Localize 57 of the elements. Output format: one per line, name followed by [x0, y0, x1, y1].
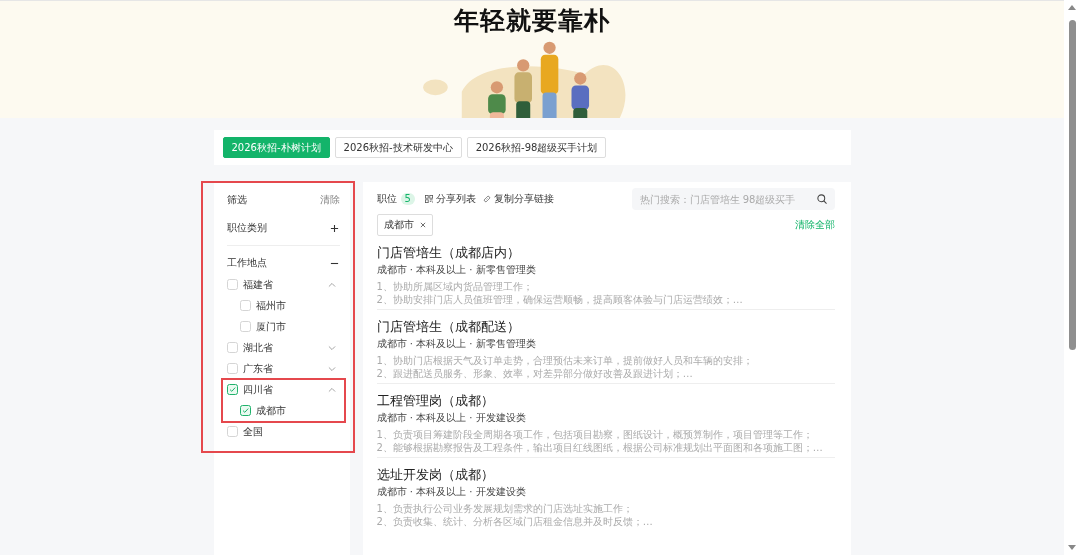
checked-checkbox[interactable]	[226, 384, 238, 395]
checkbox[interactable]	[239, 300, 251, 311]
checkbox-label[interactable]: 厦门市	[255, 319, 340, 334]
job-description: 1、协助所属区域内货品管理工作；	[376, 280, 534, 293]
job-title[interactable]: 选址开发岗（成都）	[376, 466, 835, 483]
checkbox-label[interactable]: 湖北省	[242, 340, 328, 355]
chevron-down-icon[interactable]	[327, 365, 336, 372]
clear-link[interactable]: 清除	[319, 193, 340, 207]
checkbox[interactable]	[239, 321, 251, 332]
job-description: 2、跟进配送员服务、形象、效率，对差异部分做好改善及跟进计划；…	[376, 367, 694, 380]
search-field[interactable]: 热门搜索：门店管培生 98超级买手	[631, 188, 835, 210]
scroll-up-icon[interactable]	[1068, 4, 1076, 10]
checked-checkbox[interactable]	[239, 405, 251, 416]
count-badge: 5	[400, 193, 415, 205]
checkbox[interactable]	[226, 426, 238, 437]
job-meta: 成都市 · 本科及以上 · 新零售管理类	[376, 263, 537, 276]
job-title[interactable]: 门店管培生（成都店内）	[376, 244, 835, 261]
share-list-link[interactable]: 分享列表	[424, 192, 476, 206]
chevron-up-icon[interactable]	[327, 386, 336, 393]
job-meta: 成都市 · 本科及以上 · 开发建设类	[376, 411, 527, 424]
chevron-up-icon[interactable]	[327, 281, 336, 288]
chevron-down-icon[interactable]	[327, 344, 336, 351]
qr-code-icon	[424, 195, 433, 203]
job-title[interactable]: 工程管理岗（成都）	[376, 392, 835, 409]
checkbox-label[interactable]: 广东省	[242, 361, 328, 376]
job-description: 1、负责执行公司业务发展规划需求的门店选址实施工作；	[376, 502, 634, 515]
scroll-down-icon[interactable]	[1068, 545, 1076, 551]
checkbox[interactable]	[226, 279, 238, 290]
section-label[interactable]: 职位类别	[226, 221, 267, 235]
job-description: 1、负责项目筹建阶段全周期各项工作，包括项目勘察，图纸设计，概预算制作，项目管理等工作；	[376, 428, 814, 441]
job-description: 2、协助安排门店人员值班管理，确保运营顺畅，提高顾客体验与门店运营绩效；…	[376, 293, 744, 306]
checkbox-label[interactable]: 成都市	[255, 403, 340, 418]
checkbox[interactable]	[226, 342, 238, 353]
job-description: 1、协助门店根据天气及订单走势，合理预估未来订单，提前做好人员和车辆的安排；	[376, 354, 754, 367]
job-meta: 成都市 · 本科及以上 · 开发建设类	[376, 485, 527, 498]
copy-link[interactable]: 复制分享链接	[482, 192, 554, 206]
job-description: 2、负责收集、统计、分析各区域门店租金信息并及时反馈；…	[376, 515, 654, 528]
job-meta: 成都市 · 本科及以上 · 新零售管理类	[376, 337, 537, 350]
checkbox-label[interactable]: 四川省	[242, 382, 328, 397]
link-icon	[482, 195, 491, 203]
banner-title: 年轻就要靠朴	[454, 5, 610, 37]
close-icon[interactable]	[419, 222, 426, 228]
checkbox-label[interactable]: 福州市	[255, 298, 340, 313]
section-label[interactable]: 工作地点	[226, 256, 267, 270]
job-description: 2、能够根据勘察报告及工程条件，输出项目红线图纸，根据公司标准规划出平面图和各项施工图；…	[376, 441, 824, 454]
tab[interactable]: 2026秋招-技术研发中心	[334, 137, 462, 158]
job-title[interactable]: 门店管培生（成都配送）	[376, 318, 835, 335]
checkbox-label[interactable]: 福建省	[242, 277, 328, 292]
positions-title: 职位	[376, 192, 397, 206]
scrollbar[interactable]	[1064, 0, 1080, 555]
search-icon	[816, 194, 827, 204]
tab[interactable]: 2026秋招-98超级买手计划	[466, 137, 607, 158]
expand-icon[interactable]	[329, 223, 339, 233]
filter-title: 筛选	[226, 193, 247, 207]
filter-tag[interactable]: 成都市	[376, 214, 433, 236]
checkbox-label[interactable]: 全国	[242, 424, 340, 439]
checkbox[interactable]	[226, 363, 238, 374]
